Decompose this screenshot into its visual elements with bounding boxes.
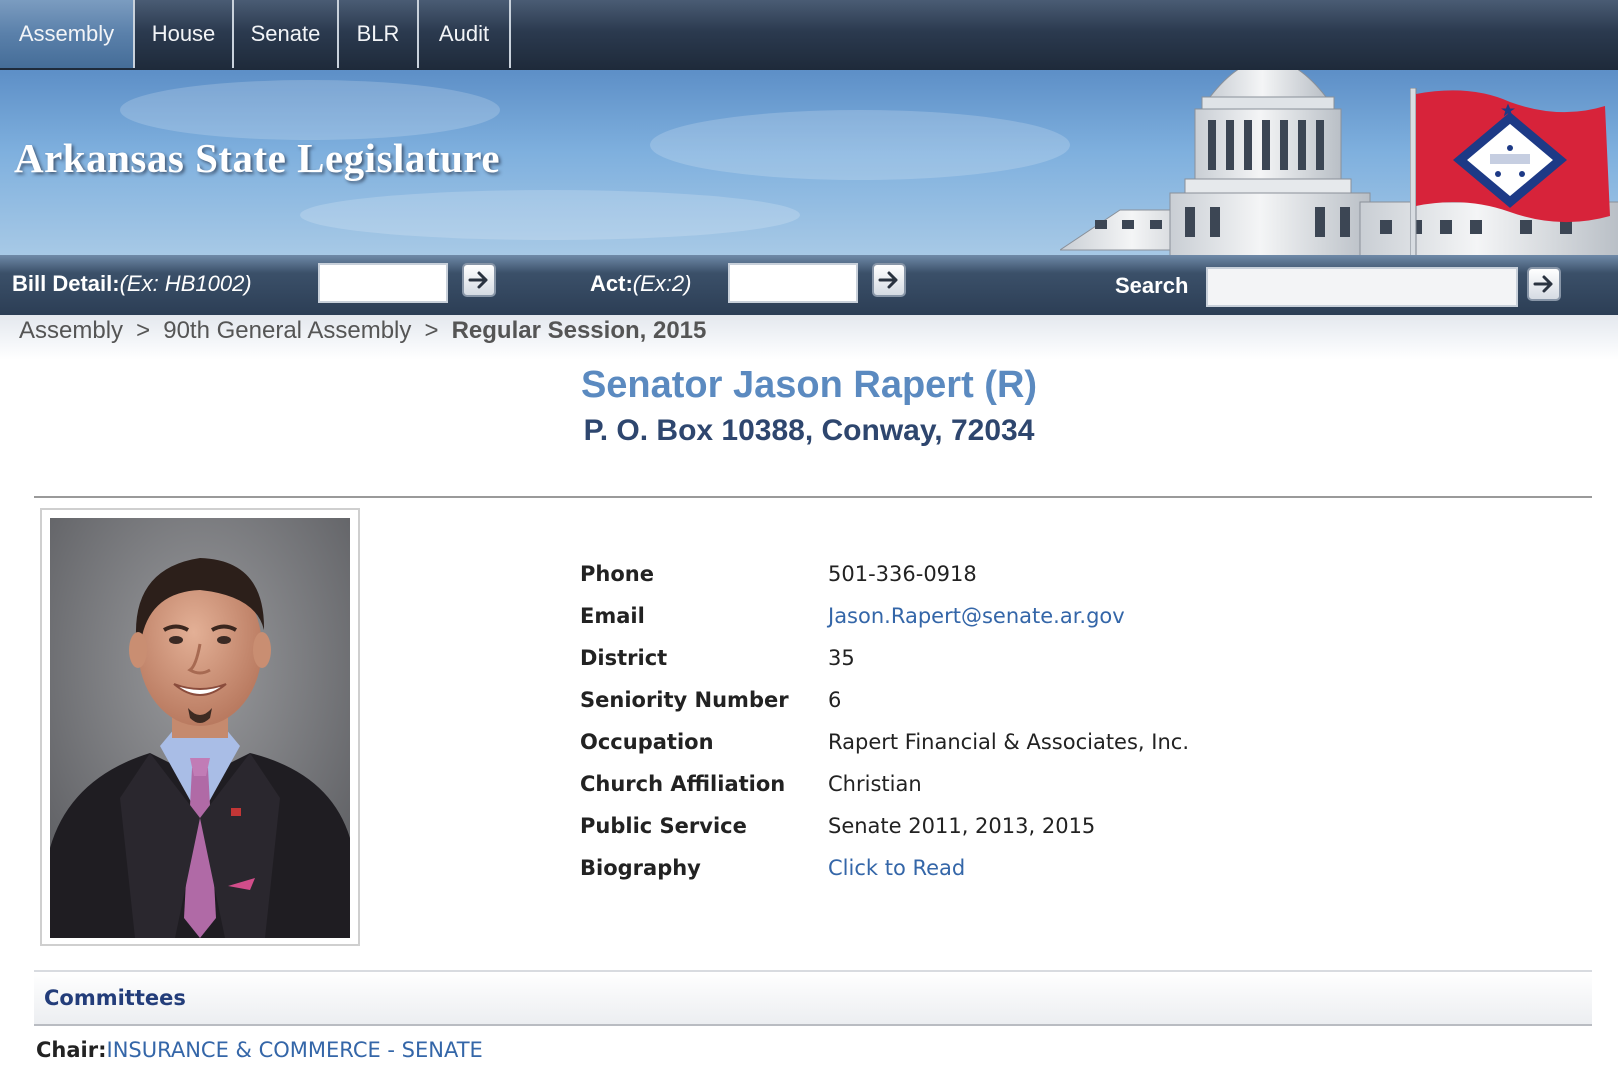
search-label: Search bbox=[1115, 273, 1189, 298]
breadcrumb-assembly[interactable]: Assembly bbox=[19, 317, 123, 344]
chair-committee-link[interactable]: INSURANCE & COMMERCE - SENATE bbox=[107, 1038, 483, 1062]
phone-value: 501-336-0918 bbox=[828, 562, 977, 586]
committees-header: Committees bbox=[34, 970, 1592, 1026]
detail-label: Phone bbox=[580, 562, 654, 586]
detail-label: Public Service bbox=[580, 814, 747, 838]
act-go-button[interactable] bbox=[872, 263, 906, 297]
member-address: P. O. Box 10388, Conway, 72034 bbox=[583, 414, 1035, 447]
top-nav: Assembly House Senate BLR Audit bbox=[0, 0, 1618, 70]
tab-audit[interactable]: Audit bbox=[419, 0, 511, 68]
header-banner: Arkansas State Legislature bbox=[0, 70, 1618, 255]
tab-blr[interactable]: BLR bbox=[339, 0, 419, 68]
tab-house[interactable]: House bbox=[135, 0, 234, 68]
committees-heading: Committees bbox=[44, 986, 186, 1010]
act-label-text: Act: bbox=[590, 271, 633, 296]
seniority-value: 6 bbox=[828, 688, 842, 712]
arrow-right-icon bbox=[1533, 275, 1553, 293]
member-photo bbox=[50, 518, 350, 938]
act-input[interactable] bbox=[728, 263, 858, 303]
detail-label: District bbox=[580, 646, 668, 670]
arrow-right-icon bbox=[878, 271, 898, 289]
church-value: Christian bbox=[828, 772, 922, 796]
public-service-value: Senate 2011, 2013, 2015 bbox=[828, 814, 1096, 838]
occupation-value: Rapert Financial & Associates, Inc. bbox=[828, 730, 1189, 754]
detail-label: Email bbox=[580, 604, 645, 628]
breadcrumb-separator: > bbox=[424, 317, 439, 344]
breadcrumb-general-assembly[interactable]: 90th General Assembly bbox=[163, 317, 411, 344]
detail-label: Biography bbox=[580, 856, 701, 880]
district-value: 35 bbox=[828, 646, 855, 670]
act-label: Act:(Ex:2) bbox=[590, 271, 691, 297]
member-photo-frame bbox=[40, 508, 360, 946]
bill-detail-hint: (Ex: HB1002) bbox=[119, 271, 252, 296]
detail-label: Occupation bbox=[580, 730, 714, 754]
breadcrumb-separator: > bbox=[136, 317, 151, 344]
cloud-decoration bbox=[300, 190, 800, 240]
search-toolbar: Bill Detail:(Ex: HB1002) Act:(Ex:2) Sear… bbox=[0, 255, 1618, 315]
cloud-decoration bbox=[650, 110, 1070, 180]
act-hint: (Ex:2) bbox=[632, 271, 692, 296]
committee-chair-line: Chair:INSURANCE & COMMERCE - SENATE bbox=[36, 1038, 483, 1062]
detail-label: Seniority Number bbox=[580, 688, 789, 712]
bill-detail-label: Bill Detail:(Ex: HB1002) bbox=[12, 271, 252, 297]
search-input[interactable] bbox=[1206, 267, 1518, 307]
bill-detail-label-text: Bill Detail: bbox=[12, 271, 120, 296]
cloud-decoration bbox=[120, 80, 500, 140]
site-title: Arkansas State Legislature bbox=[14, 135, 501, 181]
chair-label: Chair: bbox=[36, 1038, 107, 1062]
email-link[interactable]: Jason.Rapert@senate.ar.gov bbox=[828, 604, 1125, 628]
detail-label: Church Affiliation bbox=[580, 772, 786, 796]
biography-link[interactable]: Click to Read bbox=[828, 856, 965, 880]
arkansas-flag-image bbox=[1410, 88, 1610, 255]
breadcrumb: Assembly > 90th General Assembly > Regul… bbox=[0, 315, 1618, 360]
tab-senate[interactable]: Senate bbox=[234, 0, 339, 68]
bill-detail-go-button[interactable] bbox=[462, 263, 496, 297]
bill-detail-input[interactable] bbox=[318, 263, 448, 303]
divider bbox=[34, 496, 1592, 498]
member-name: Senator Jason Rapert (R) bbox=[580, 364, 1038, 406]
breadcrumb-current: Regular Session, 2015 bbox=[451, 317, 707, 344]
search-go-button[interactable] bbox=[1527, 267, 1561, 301]
tab-assembly[interactable]: Assembly bbox=[0, 0, 135, 68]
arrow-right-icon bbox=[468, 271, 488, 289]
